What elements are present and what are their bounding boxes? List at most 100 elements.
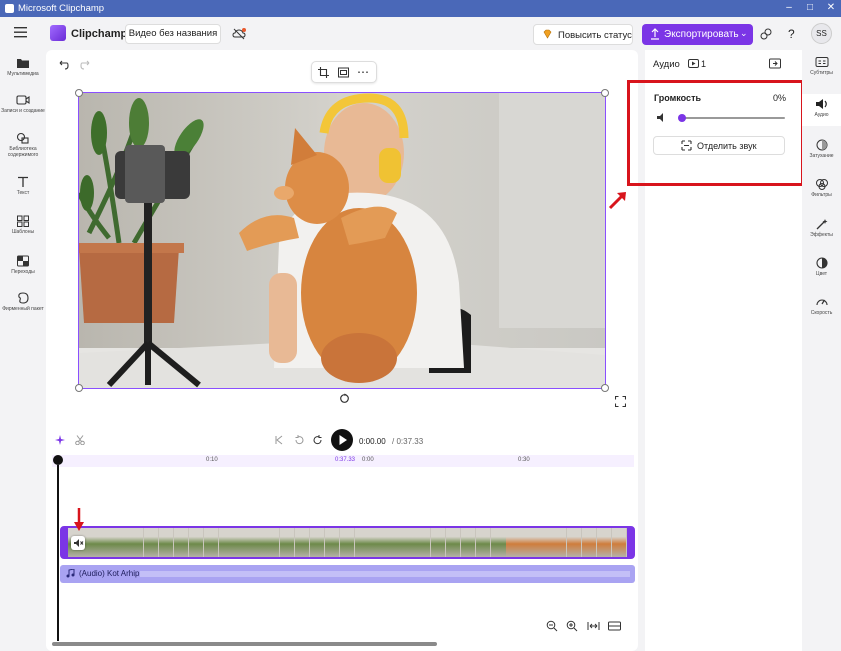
resize-handle-top-left[interactable]	[75, 89, 83, 97]
sidebar-item-text[interactable]: Текст	[0, 176, 46, 196]
audio-clip[interactable]: (Audio) Kot Arhip	[60, 565, 635, 583]
share-icon[interactable]	[759, 27, 773, 41]
filters-icon	[815, 179, 828, 190]
clip-thumbnail-frame	[521, 528, 536, 557]
ruler-mark: 0:00	[362, 457, 374, 463]
timeline-view-icon[interactable]	[608, 620, 621, 632]
fit-icon[interactable]	[336, 65, 350, 79]
close-window-button[interactable]: ✕	[824, 2, 838, 14]
speed-icon	[815, 299, 828, 306]
zoom-out-icon[interactable]	[546, 620, 558, 632]
project-name-field[interactable]: Видео без названия	[125, 24, 221, 44]
resize-handle-bottom-right[interactable]	[601, 384, 609, 392]
clip-thumbnail-frame	[219, 528, 234, 557]
sidebar-item-label: Шаблоны	[11, 229, 35, 235]
zoom-in-icon[interactable]	[566, 620, 578, 632]
clip-thumbnail-frame	[596, 528, 612, 557]
clip-thumbnail-frame	[279, 528, 294, 557]
sidebar-item-brand-kit[interactable]: Фирменный пакет	[0, 292, 46, 312]
sidebar-item-effects[interactable]: Эффекты	[802, 218, 841, 238]
clip-thumbnail-frame	[551, 528, 566, 557]
upgrade-label: Повысить статус	[558, 30, 632, 41]
minimize-button[interactable]: –	[782, 2, 796, 14]
crop-icon[interactable]	[316, 65, 330, 79]
resize-handle-top-right[interactable]	[601, 89, 609, 97]
clip-thumbnail-frame	[324, 528, 340, 557]
sidebar-item-record[interactable]: Записи и создание	[0, 94, 46, 114]
resize-handle-bottom-left[interactable]	[75, 384, 83, 392]
sidebar-item-label: Переходы	[11, 269, 35, 275]
clip-thumbnail-frame	[98, 528, 113, 557]
sidebar-item-label: Фильтры	[811, 192, 832, 198]
panel-title: Аудио	[653, 59, 680, 70]
sidebar-item-audio[interactable]: Аудио	[802, 94, 841, 126]
folder-icon	[17, 59, 29, 68]
clip-thumbnail-frame	[475, 528, 491, 557]
skip-back-icon[interactable]	[274, 435, 284, 445]
sidebar-item-label: Затухание	[809, 153, 834, 159]
play-button[interactable]	[331, 429, 353, 451]
fit-timeline-icon[interactable]	[587, 620, 600, 632]
sidebar-item-media[interactable]: Мультимедиа	[0, 57, 46, 77]
more-options-icon[interactable]: ⋯	[356, 65, 370, 79]
clip-trim-handle-right[interactable]	[627, 528, 633, 557]
ruler-mark: 0:10	[206, 457, 218, 463]
muted-clip-badge-icon	[71, 536, 85, 550]
redo-icon[interactable]	[80, 59, 92, 71]
sidebar-item-label: Аудио	[814, 112, 829, 118]
clip-thumbnail-frame	[370, 528, 385, 557]
split-scissors-icon[interactable]	[75, 435, 85, 446]
clip-thumbnail-frame	[566, 528, 582, 557]
sidebar-item-templates[interactable]: Шаблоны	[0, 215, 46, 235]
sidebar-item-transitions[interactable]: Переходы	[0, 255, 46, 275]
sidebar-item-color[interactable]: Цвет	[802, 257, 841, 277]
sidebar-item-label: Записи и создание	[1, 108, 45, 114]
sidebar-item-label: Эффекты	[810, 232, 833, 238]
undo-icon[interactable]	[57, 59, 69, 71]
sidebar-item-library[interactable]: Библиотека содержимого	[0, 132, 46, 158]
captions-icon	[815, 57, 828, 67]
audio-waveform	[140, 571, 630, 577]
fullscreen-icon[interactable]	[614, 395, 627, 408]
upgrade-button[interactable]: Повысить статус	[533, 24, 633, 45]
sidebar-item-label: Мультимедиа	[7, 71, 39, 77]
sidebar-item-speed[interactable]: Скорость	[802, 296, 841, 316]
left-sidebar: Мультимедиа Записи и создание Библиотека…	[0, 50, 46, 651]
sidebar-item-filters[interactable]: Фильтры	[802, 178, 841, 198]
clip-thumbnail-frame	[581, 528, 597, 557]
sidebar-item-captions[interactable]: Субтитры	[802, 56, 841, 76]
speaker-icon	[815, 99, 827, 109]
clip-thumbnail-frame	[611, 528, 627, 557]
sidebar-item-fade[interactable]: Затухание	[802, 139, 841, 159]
ruler-mark: 0:37.33	[335, 457, 356, 463]
timeline-scrollbar[interactable]	[52, 642, 437, 646]
clip-thumbnail-frame	[113, 528, 128, 557]
clip-trim-handle-left[interactable]	[62, 528, 68, 557]
play-icon	[339, 435, 347, 445]
music-note-icon	[66, 568, 75, 578]
magic-sparkle-icon[interactable]	[55, 435, 65, 445]
effects-icon	[816, 219, 827, 230]
hamburger-menu-icon[interactable]	[14, 26, 28, 38]
brand-kit-icon	[18, 292, 29, 304]
export-button[interactable]: Экспортировать ⌄	[642, 24, 753, 45]
clip-thumbnail-frame	[158, 528, 174, 557]
collapse-panel-icon[interactable]	[769, 58, 781, 69]
clip-thumbnail-frame	[173, 528, 189, 557]
cloud-sync-off-icon[interactable]	[232, 27, 246, 41]
avatar[interactable]: SS	[811, 23, 832, 44]
sidebar-item-label: Фирменный пакет	[2, 306, 44, 312]
video-preview[interactable]	[76, 92, 606, 389]
timeline-ruler[interactable]: 0:10 0:37.33 0:00 0:30	[52, 455, 634, 467]
video-clip[interactable]	[60, 526, 635, 559]
rotate-icon[interactable]	[339, 393, 350, 404]
maximize-button[interactable]: □	[803, 2, 817, 14]
forward-5-icon[interactable]	[313, 435, 323, 445]
clip-thumbnail-frame	[128, 528, 143, 557]
playhead-handle[interactable]	[53, 455, 63, 465]
help-button[interactable]: ?	[788, 27, 795, 41]
rewind-5-icon[interactable]	[294, 435, 304, 445]
annotation-arrow-down-icon	[73, 508, 85, 532]
sidebar-item-label: Скорость	[810, 310, 833, 316]
playhead[interactable]	[57, 465, 59, 641]
